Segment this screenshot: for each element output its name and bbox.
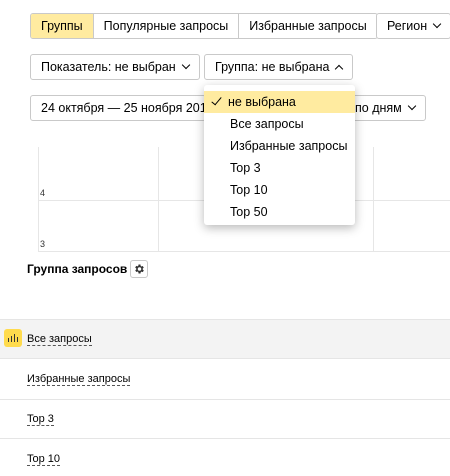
dropdown-option-top10[interactable]: Top 10 <box>204 179 355 201</box>
chevron-down-icon <box>181 60 190 70</box>
region-button[interactable]: Регион <box>376 13 450 39</box>
grid-line <box>38 251 450 252</box>
dropdown-option-favorite-queries[interactable]: Избранные запросы <box>204 135 355 157</box>
tab-favorite-queries[interactable]: Избранные запросы <box>238 14 376 38</box>
row-link[interactable]: Top 3 <box>27 413 54 426</box>
settings-button[interactable] <box>130 260 148 278</box>
row-link[interactable]: Избранные запросы <box>27 373 131 386</box>
date-range-label: 24 октября — 25 ноября 2019 <box>41 101 214 115</box>
metric-select[interactable]: Показатель: не выбран <box>30 54 200 80</box>
row-link[interactable]: Top 10 <box>27 453 61 466</box>
chevron-down-icon <box>432 19 442 29</box>
table-row[interactable]: Top 3 <box>0 400 450 438</box>
group-select-label: Группа: не выбрана <box>215 60 330 74</box>
tab-groups[interactable]: Группы <box>31 14 93 38</box>
metric-select-label: Показатель: не выбран <box>41 60 176 74</box>
group-select[interactable]: Группа: не выбрана <box>204 54 354 80</box>
table-row[interactable]: Избранные запросы <box>0 359 450 399</box>
period-select-label: по дням <box>355 101 402 115</box>
dropdown-option-none[interactable]: не выбрана <box>204 91 355 113</box>
check-icon <box>211 94 222 106</box>
dropdown-option-all-queries[interactable]: Все запросы <box>204 113 355 135</box>
dropdown-option-top3[interactable]: Top 3 <box>204 157 355 179</box>
dropdown-option-label: не выбрана <box>228 95 296 109</box>
row-link[interactable]: Все запросы <box>27 333 92 346</box>
region-button-label: Регион <box>387 19 428 33</box>
chevron-down-icon <box>407 101 417 111</box>
chevron-up-icon <box>335 64 344 74</box>
table-row[interactable]: Top 10 <box>0 439 450 476</box>
group-dropdown-menu: не выбрана Все запросы Избранные запросы… <box>204 85 355 225</box>
y-tick-label: 3 <box>40 239 46 249</box>
table-title: Группа запросов <box>27 262 128 276</box>
chart-icon[interactable] <box>4 329 22 347</box>
table-row[interactable]: Все запросы <box>0 320 450 358</box>
y-tick-label: 4 <box>40 188 46 198</box>
gear-icon <box>135 264 144 274</box>
dropdown-option-top50[interactable]: Top 50 <box>204 201 355 223</box>
tab-popular-queries[interactable]: Популярные запросы <box>92 14 239 38</box>
tabs-group: Группы Популярные запросы Избранные запр… <box>30 13 378 39</box>
date-range-picker[interactable]: 24 октября — 25 ноября 2019 <box>30 95 214 121</box>
